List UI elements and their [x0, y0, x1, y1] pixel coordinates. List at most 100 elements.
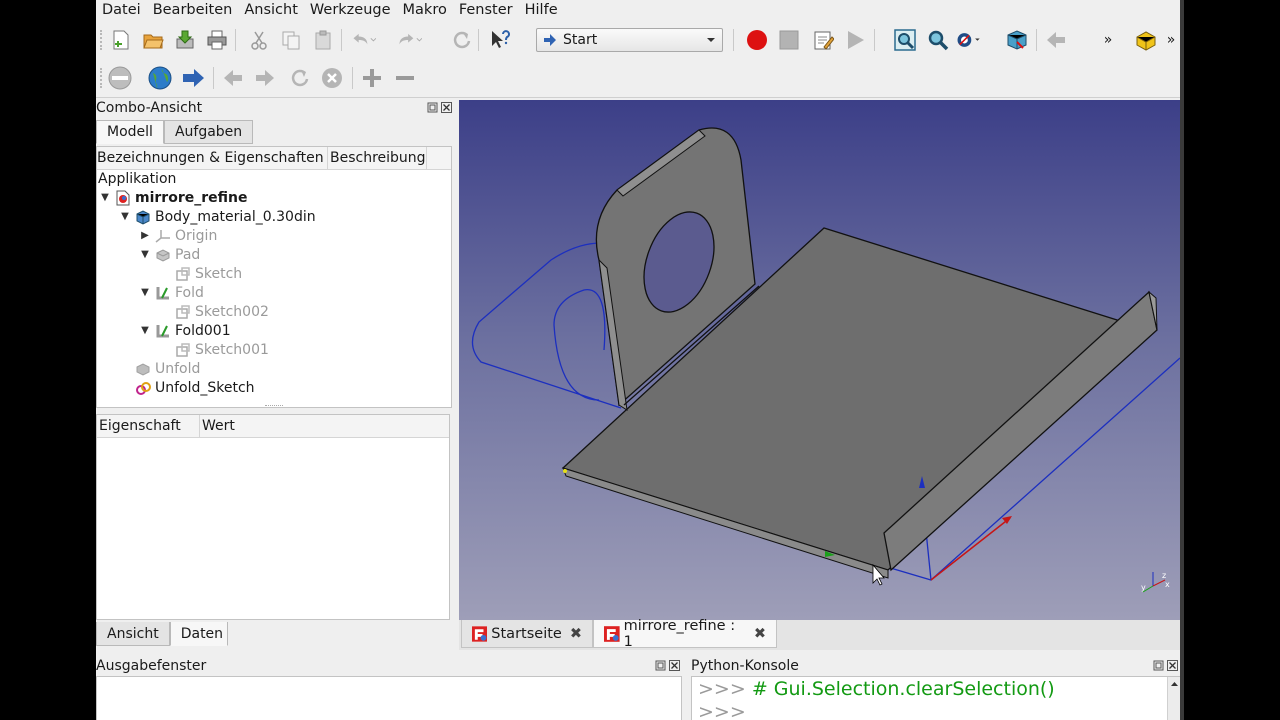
toolbar-grip[interactable] — [100, 68, 105, 88]
whats-this-button[interactable] — [488, 27, 514, 53]
tree-item-fold[interactable]: ▼ Fold — [139, 283, 204, 302]
expand-right-icon[interactable]: ▶ — [139, 230, 151, 241]
part-design-button[interactable] — [1133, 27, 1159, 53]
menu-ansicht-label: Ansicht — [244, 2, 298, 18]
scroll-up-icon[interactable] — [1168, 679, 1180, 689]
web-back-button[interactable] — [220, 65, 246, 91]
tree-item-sketch002[interactable]: Sketch002 — [159, 302, 269, 321]
expand-down-icon[interactable]: ▼ — [139, 249, 151, 260]
tree-item-sketch[interactable]: Sketch — [159, 264, 242, 283]
menu-ansicht[interactable]: Ansicht — [238, 0, 304, 21]
tab-ansicht[interactable]: Ansicht — [96, 622, 170, 646]
python-title: Python-Konsole — [691, 658, 799, 674]
sketch-icon — [175, 266, 191, 282]
menu-datei[interactable]: Datei — [96, 0, 147, 21]
expand-down-icon[interactable]: ▼ — [119, 211, 131, 222]
console-scrollbar[interactable] — [1167, 677, 1180, 720]
tab-startseite[interactable]: Startseite ✖ — [461, 620, 593, 648]
menu-werkzeuge[interactable]: Werkzeuge — [304, 0, 397, 21]
stop-loading-button[interactable] — [107, 65, 133, 91]
float-icon[interactable] — [427, 102, 438, 113]
close-icon[interactable] — [669, 660, 680, 671]
tree-item-body-material-0-30din[interactable]: ▼ Body_material_0.30din — [119, 207, 315, 226]
float-icon[interactable] — [655, 660, 666, 671]
web-refresh-button[interactable] — [286, 65, 312, 91]
property-tabs: Ansicht Daten — [96, 622, 228, 646]
toolbar-separator — [1036, 29, 1037, 51]
fit-selection-button[interactable] — [925, 27, 951, 53]
undo-button[interactable] — [350, 27, 376, 53]
toolbar-overflow[interactable]: » — [1095, 27, 1121, 53]
close-icon[interactable]: ✖ — [754, 626, 766, 642]
web-home-button[interactable] — [147, 65, 173, 91]
draw-style-icon — [957, 33, 980, 47]
macro-record-button[interactable] — [744, 27, 770, 53]
freecad-window: Datei Bearbeiten Ansicht Werkzeuge Makro… — [96, 0, 1180, 720]
tab-ansicht-label: Ansicht — [107, 625, 159, 642]
workbench-selector[interactable]: Start — [536, 28, 723, 52]
expand-down-icon[interactable]: ▼ — [99, 192, 111, 203]
back-button[interactable] — [1043, 27, 1069, 53]
close-icon[interactable] — [1167, 660, 1178, 671]
menu-makro[interactable]: Makro — [397, 0, 453, 21]
splitter-handle[interactable] — [265, 405, 283, 409]
cut-button[interactable] — [246, 27, 272, 53]
draw-style-button[interactable] — [956, 27, 982, 53]
col-labels-properties[interactable]: Bezeichnungen & Eigenschaften — [97, 147, 328, 169]
zoom-in-button[interactable] — [359, 65, 385, 91]
tab-modell[interactable]: Modell — [96, 120, 164, 144]
fit-all-button[interactable] — [892, 27, 918, 53]
menu-hilfe[interactable]: Hilfe — [519, 0, 564, 21]
tab-daten-label: Daten — [180, 625, 224, 642]
tab-mirrore-refine[interactable]: mirrore_refine : 1 ✖ — [593, 617, 777, 650]
float-icon[interactable] — [1153, 660, 1164, 671]
tree-item-mirrore-refine[interactable]: ▼ mirrore_refine — [99, 188, 247, 207]
macro-stop-button[interactable] — [776, 27, 802, 53]
whats-this-icon — [492, 30, 510, 48]
copy-button[interactable] — [278, 27, 304, 53]
std-views-button[interactable] — [1004, 27, 1030, 53]
menu-bearbeiten[interactable]: Bearbeiten — [147, 0, 239, 21]
x-axis-line — [930, 517, 1011, 581]
menu-fenster[interactable]: Fenster — [453, 0, 519, 21]
python-console[interactable]: >>> # Gui.Selection.clearSelection() >>> — [691, 676, 1180, 720]
paste-button[interactable] — [310, 27, 336, 53]
macro-edit-button[interactable] — [810, 27, 836, 53]
tree-item-origin[interactable]: ▶ Origin — [139, 226, 217, 245]
close-icon[interactable] — [441, 102, 452, 113]
refresh-button[interactable] — [448, 27, 474, 53]
toolbar-overflow-2[interactable]: » — [1158, 27, 1180, 53]
new-document-icon — [113, 30, 129, 50]
tree-item-pad[interactable]: ▼ Pad — [139, 245, 200, 264]
col-value[interactable]: Wert — [200, 415, 448, 437]
tree-item-unfold-sketch[interactable]: Unfold_Sketch — [119, 378, 255, 397]
web-stop-button[interactable] — [319, 65, 345, 91]
new-document-button[interactable] — [108, 27, 134, 53]
tree-item-unfold[interactable]: Unfold — [119, 359, 200, 378]
close-icon[interactable]: ✖ — [570, 626, 582, 642]
tree-item-sketch001[interactable]: Sketch001 — [159, 340, 269, 359]
expand-down-icon[interactable]: ▼ — [139, 325, 151, 336]
expand-down-icon[interactable]: ▼ — [139, 287, 151, 298]
toolbar-grip[interactable] — [100, 30, 105, 50]
redo-button[interactable] — [396, 27, 422, 53]
console-prompt-2: >>> — [698, 701, 746, 720]
tree-item-label: Sketch002 — [195, 303, 269, 320]
macro-run-button[interactable] — [842, 27, 868, 53]
tree-item-fold001[interactable]: ▼ Fold001 — [139, 321, 230, 340]
web-forward-button[interactable] — [252, 65, 278, 91]
web-open-button[interactable] — [180, 65, 206, 91]
col-description[interactable]: Beschreibung — [328, 147, 427, 169]
save-button[interactable] — [172, 27, 198, 53]
col-property[interactable]: Eigenschaft — [97, 415, 200, 437]
print-button[interactable] — [204, 27, 230, 53]
tab-daten[interactable]: Daten — [169, 622, 228, 646]
pad-icon — [155, 247, 171, 263]
overflow-label: » — [1103, 32, 1113, 48]
output-textarea[interactable] — [96, 676, 682, 720]
open-button[interactable] — [140, 27, 166, 53]
3d-viewport[interactable]: z x y — [459, 100, 1180, 620]
zoom-out-button[interactable] — [392, 65, 418, 91]
tab-mirrore-refine-label: mirrore_refine : 1 — [623, 617, 736, 650]
tab-aufgaben[interactable]: Aufgaben — [163, 120, 254, 144]
